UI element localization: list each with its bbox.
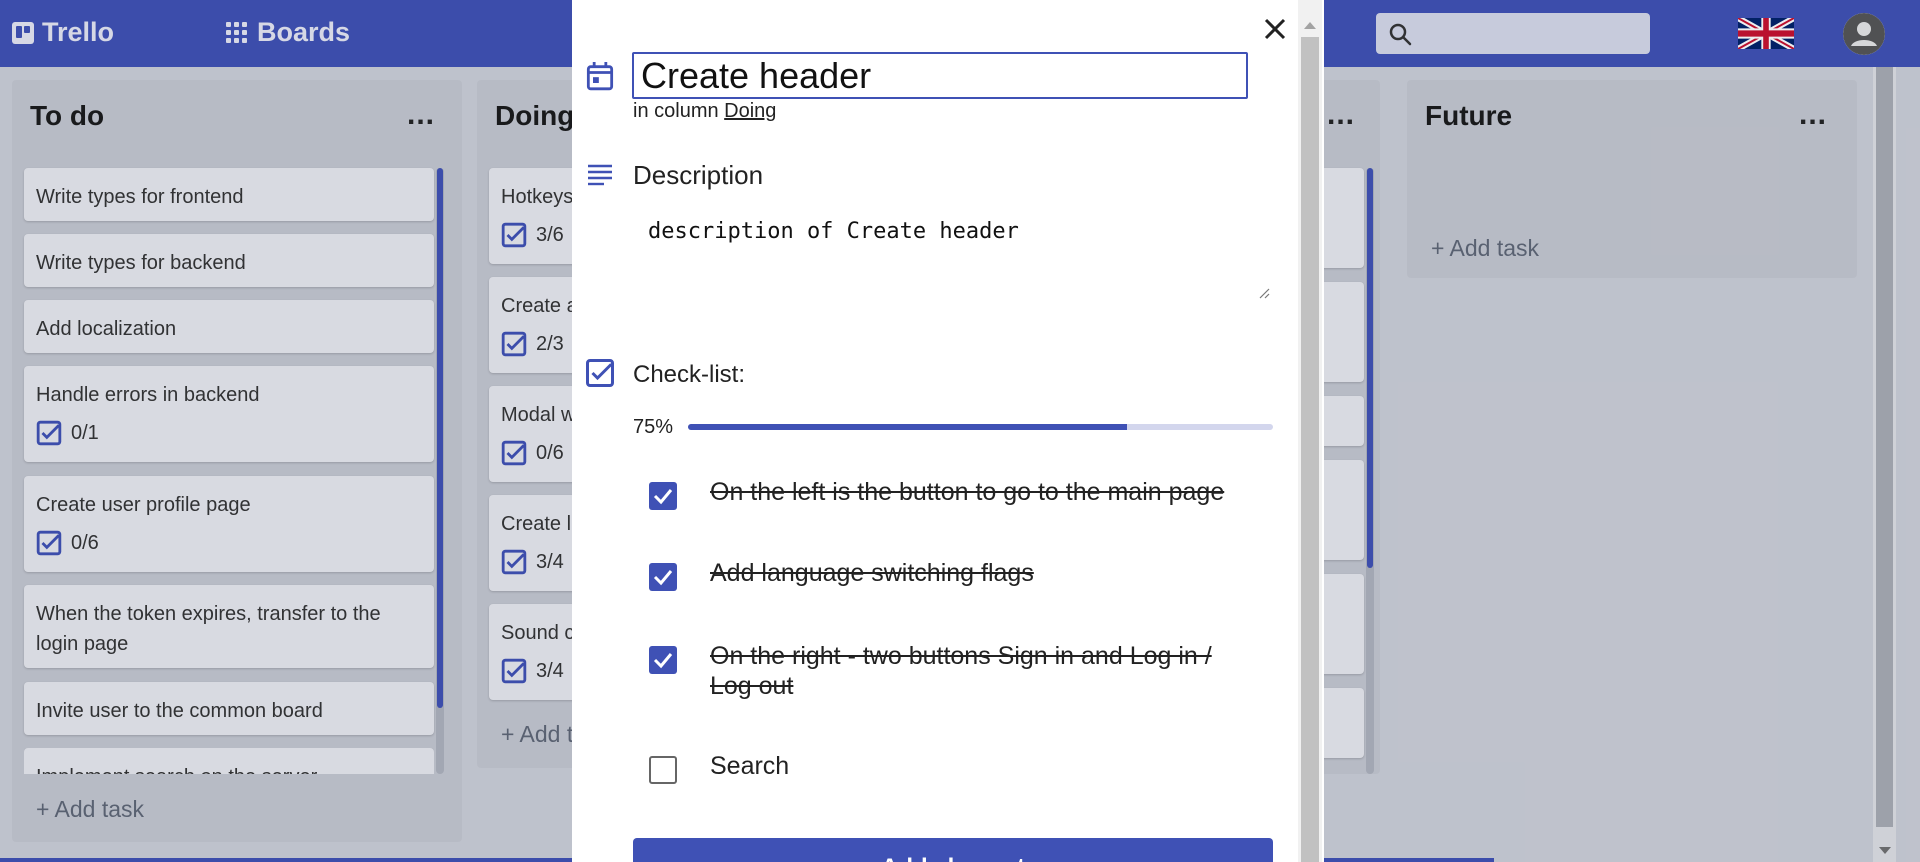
column-link[interactable]: Doing	[724, 100, 776, 122]
checkbox[interactable]	[649, 756, 677, 784]
progress-percent: 75%	[633, 416, 674, 438]
checkbox[interactable]	[649, 646, 677, 674]
modal-scrollbar[interactable]	[1298, 0, 1322, 862]
task-modal: in column Doing Description description …	[572, 0, 1324, 862]
column-info: in column Doing	[633, 100, 777, 122]
check-icon	[653, 570, 673, 586]
checkbox[interactable]	[649, 482, 677, 510]
add-element-button[interactable]: Add element	[633, 838, 1273, 862]
checkbox[interactable]	[649, 563, 677, 591]
checklist-label: Check-list:	[633, 361, 746, 388]
checklist-item-text[interactable]: Add language switching flags	[710, 558, 1250, 588]
task-title-input[interactable]	[632, 52, 1248, 99]
resize-handle-icon[interactable]	[1258, 287, 1270, 299]
calendar-icon	[586, 62, 614, 91]
close-icon[interactable]	[1260, 14, 1290, 44]
progress-fill	[688, 424, 1127, 430]
checklist-item-text[interactable]: On the left is the button to go to the m…	[710, 477, 1250, 507]
checklist-icon	[586, 359, 614, 387]
description-label: Description	[633, 160, 764, 190]
check-icon	[653, 489, 673, 505]
checklist-item-text[interactable]: Search	[710, 751, 1250, 781]
description-icon	[588, 164, 612, 186]
checklist-item-text[interactable]: On the right - two buttons Sign in and L…	[710, 641, 1250, 701]
description-textarea[interactable]: description of Create header	[634, 205, 1248, 300]
check-icon	[653, 653, 673, 669]
progress-bar	[688, 424, 1273, 430]
